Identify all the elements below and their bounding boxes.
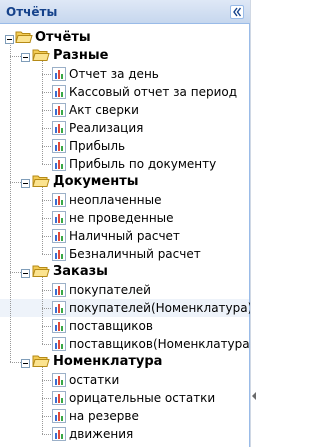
report-item-label: Прибыль по документу [69,157,217,171]
open-folder-icon [32,174,50,188]
report-item-label: орицательные остатки [69,391,216,405]
tree-guide-line [42,74,51,75]
group-label: Разные [53,48,109,63]
group-label: Заказы [53,264,108,279]
report-item-label: остатки [69,373,120,387]
tree-guide-line [42,416,51,417]
report-item-label: Кассовый отчет за период [69,85,238,99]
report-icon [52,193,66,207]
tree-guide-line [10,182,21,183]
tree-guide-line [42,367,43,434]
report-icon [52,373,66,387]
report-icon [52,157,66,171]
tree-guide-line [42,146,51,147]
tree-guide-line [42,326,51,327]
report-icon [52,427,66,441]
report-item-label: не проведенные [69,211,174,225]
report-icon [52,67,66,81]
tree-guide-line [42,344,51,345]
report-icon [52,139,66,153]
tree-guide-line [10,56,21,57]
tree-guide-line [42,200,51,201]
tree-guide-line [42,308,51,309]
tree-guide-line [42,92,51,93]
collapse-toggle-icon[interactable] [21,177,30,188]
report-item-label: Безналичный расчет [69,247,201,261]
report-icon [52,391,66,405]
report-icon [52,283,66,297]
report-item-label: Реализация [69,121,144,135]
report-item-label: Отчет за день [69,67,159,81]
panel-title: Отчёты [6,5,58,19]
report-icon [52,337,66,351]
double-chevron-left-icon [233,7,242,17]
tree-guide-line [10,272,21,273]
report-item-label: покупателей [69,283,151,297]
tree-guide-line [42,254,51,255]
tree-guide-line [42,290,51,291]
tree-guide-line [10,362,21,363]
tree-guide-line [42,110,51,111]
collapse-panel-button[interactable] [230,5,244,19]
collapse-toggle-icon[interactable] [21,357,30,368]
report-item-label: Акт сверки [69,103,139,117]
report-icon [52,409,66,423]
panel-header: Отчёты [0,0,250,24]
tree-guide-line [42,277,43,344]
report-item-label: на резерве [69,409,139,423]
tree-guide-line [42,398,51,399]
tree-guide-line [42,380,51,381]
tree-guide-line [42,236,51,237]
collapse-toggle-icon[interactable] [21,51,30,62]
report-icon [52,103,66,117]
report-icon [52,319,66,333]
report-icon [52,121,66,135]
group-label: Документы [53,174,139,189]
tree-guide-line [42,434,51,435]
report-icon [52,301,66,315]
open-folder-icon [15,30,33,44]
collapse-toggle-icon[interactable] [21,267,30,278]
open-folder-icon [32,354,50,368]
group-label: Номенклатура [53,354,163,369]
tree-guide-line [42,61,43,164]
report-item-label: движения [69,427,134,441]
report-item-label: покупателей(Номенклатура) [69,301,253,315]
group-label: Отчёты [35,30,91,45]
tree-guide-line [42,187,43,254]
tree-guide-line [42,128,51,129]
report-icon [52,211,66,225]
report-item[interactable] [0,371,249,389]
tree-guide-line [42,164,51,165]
report-item-label: неоплаченные [69,193,162,207]
splitter-arrow-icon[interactable] [252,392,257,400]
reports-panel: Отчёты Отчёты Разные Отчет за день Кассовый… [0,0,254,447]
report-item-label: поставщиков(Номенклатура) [69,337,255,351]
report-icon [52,85,66,99]
report-item-label: Наличный расчет [69,229,180,243]
open-folder-icon [32,48,50,62]
collapse-toggle-icon[interactable] [5,33,14,44]
report-icon [52,229,66,243]
open-folder-icon [32,264,50,278]
report-item-label: Прибыль [69,139,126,153]
report-icon [52,247,66,261]
report-item-label: поставщиков [69,319,153,333]
panel-splitter[interactable] [250,0,257,447]
tree-guide-line [42,218,51,219]
tree-guide-line [10,43,11,362]
